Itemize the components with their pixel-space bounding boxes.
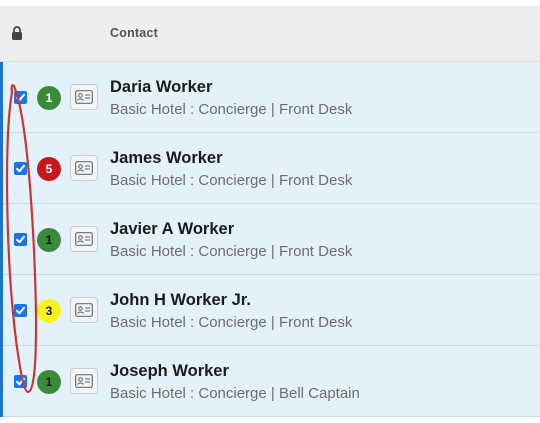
row-selected-indicator	[0, 133, 3, 204]
row-selected-indicator	[0, 346, 3, 417]
contact-card-button[interactable]	[70, 226, 98, 252]
table-header: Contact	[0, 6, 540, 62]
count-badge: 1	[37, 228, 61, 252]
contact-column-header[interactable]: Contact	[110, 26, 158, 40]
id-card-icon	[75, 90, 93, 104]
id-card-icon	[75, 161, 93, 175]
lock-icon[interactable]	[11, 26, 23, 40]
row-selected-indicator	[0, 204, 3, 275]
id-card-icon	[75, 232, 93, 246]
contact-card-button[interactable]	[70, 368, 98, 394]
row-select-checkbox[interactable]	[14, 162, 27, 175]
contact-card-button[interactable]	[70, 84, 98, 110]
contact-card-button[interactable]	[70, 155, 98, 181]
contact-name[interactable]: Javier A Worker	[110, 220, 234, 239]
contact-position: Basic Hotel : Concierge | Front Desk	[110, 314, 353, 331]
contact-name[interactable]: Daria Worker	[110, 78, 212, 97]
row-select-checkbox[interactable]	[14, 91, 27, 104]
row-select-checkbox[interactable]	[14, 233, 27, 246]
contact-name[interactable]: James Worker	[110, 149, 223, 168]
contact-position: Basic Hotel : Concierge | Bell Captain	[110, 385, 360, 402]
contact-name[interactable]: Joseph Worker	[110, 362, 229, 381]
table-row[interactable]: 1 Daria Worker Basic Hotel : Concierge |…	[0, 62, 540, 133]
contact-position: Basic Hotel : Concierge | Front Desk	[110, 243, 353, 260]
table-row[interactable]: 5 James Worker Basic Hotel : Concierge |…	[0, 133, 540, 204]
contact-list: 1 Daria Worker Basic Hotel : Concierge |…	[0, 62, 540, 417]
contact-name[interactable]: John H Worker Jr.	[110, 291, 251, 310]
row-selected-indicator	[0, 275, 3, 346]
row-select-checkbox[interactable]	[14, 375, 27, 388]
count-badge: 1	[37, 370, 61, 394]
contact-position: Basic Hotel : Concierge | Front Desk	[110, 172, 353, 189]
contact-card-button[interactable]	[70, 297, 98, 323]
row-selected-indicator	[0, 62, 3, 133]
contact-position: Basic Hotel : Concierge | Front Desk	[110, 101, 353, 118]
row-select-checkbox[interactable]	[14, 304, 27, 317]
count-badge: 3	[37, 299, 61, 323]
count-badge: 1	[37, 86, 61, 110]
count-badge: 5	[37, 157, 61, 181]
table-row[interactable]: 1 Joseph Worker Basic Hotel : Concierge …	[0, 346, 540, 417]
id-card-icon	[75, 374, 93, 388]
table-row[interactable]: 3 John H Worker Jr. Basic Hotel : Concie…	[0, 275, 540, 346]
table-row[interactable]: 1 Javier A Worker Basic Hotel : Concierg…	[0, 204, 540, 275]
id-card-icon	[75, 303, 93, 317]
